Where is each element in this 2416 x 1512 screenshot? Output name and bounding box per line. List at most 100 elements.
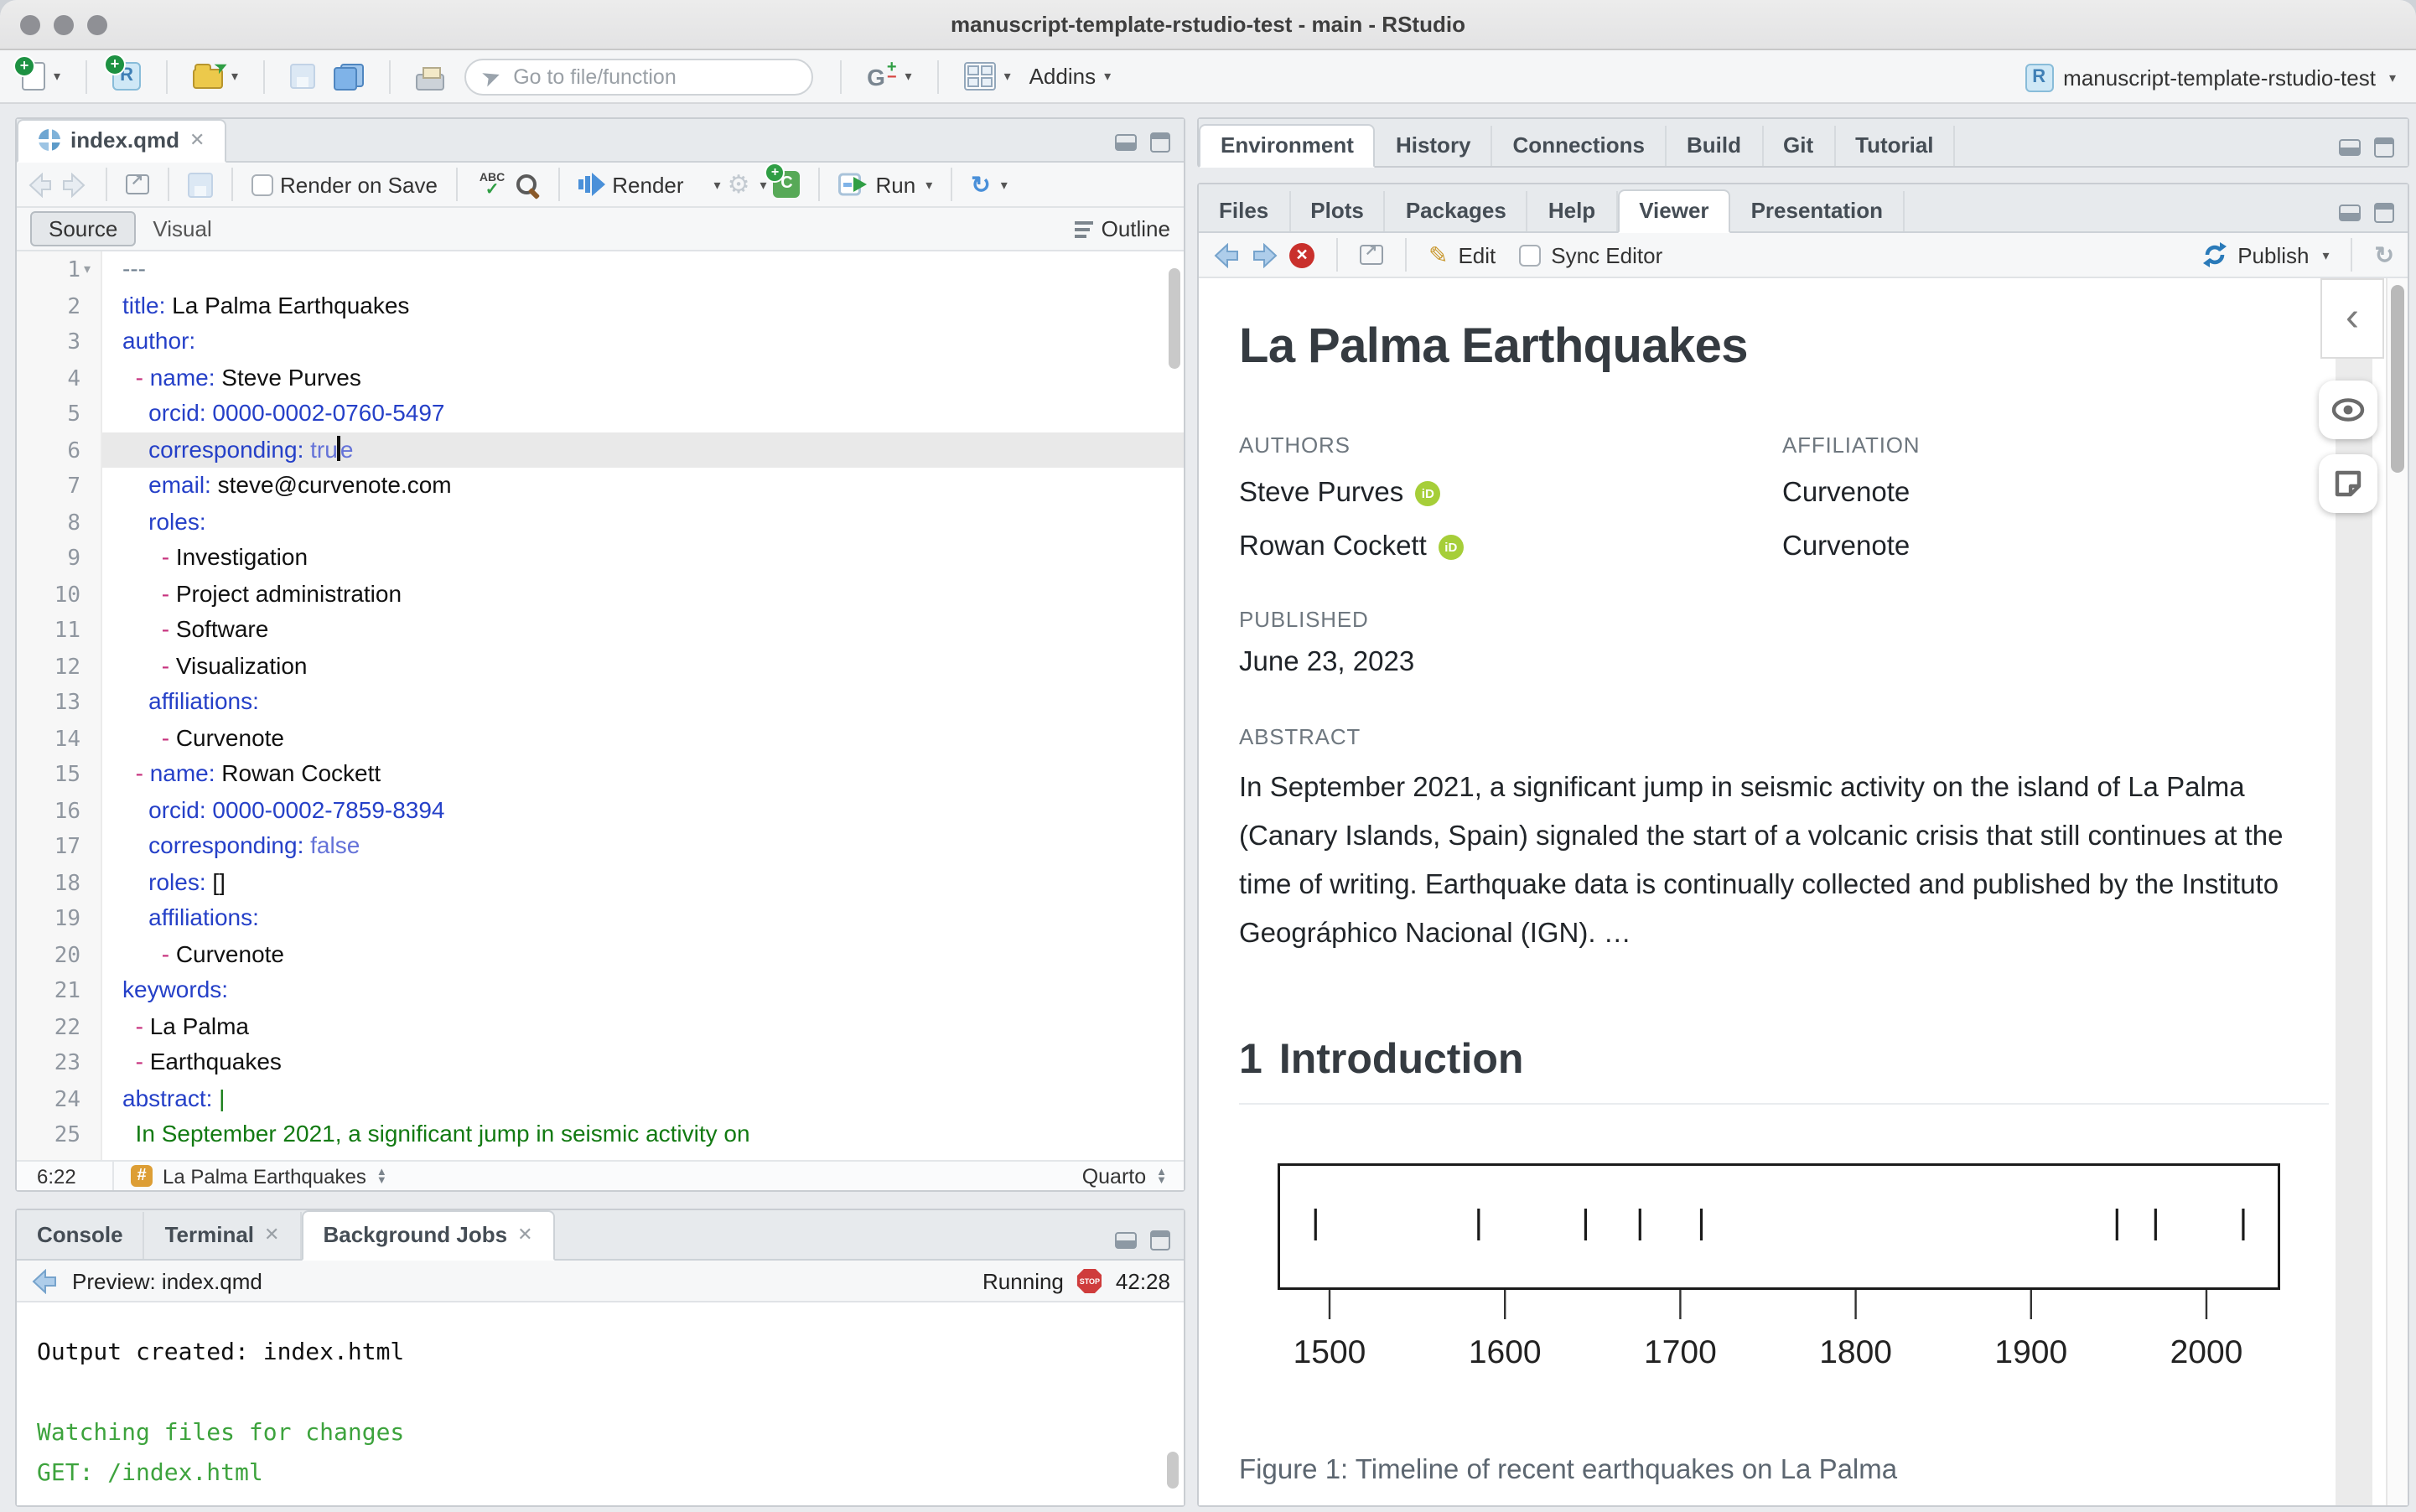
tab-environment[interactable]: Environment — [1199, 124, 1376, 168]
code-line[interactable]: 14 - Curvenote — [17, 720, 1184, 756]
code-line[interactable]: 7 email: steve@curvenote.com — [17, 468, 1184, 504]
tab-help[interactable]: Help — [1528, 191, 1618, 231]
code-line[interactable]: 4 - name: Steve Purves — [17, 360, 1184, 396]
print-button[interactable] — [411, 60, 449, 93]
project-menu-button[interactable]: R manuscript-template-rstudio-test ▾ — [2025, 50, 2396, 104]
code-line[interactable]: 9 - Investigation — [17, 540, 1184, 576]
publish-button[interactable]: Publish — [2237, 242, 2309, 267]
annotation-note-button[interactable] — [2319, 454, 2377, 513]
restore-pane-icon[interactable] — [2339, 139, 2361, 156]
gear-icon[interactable]: ⚙ — [728, 169, 750, 199]
fold-icon[interactable]: ▾ — [84, 251, 91, 287]
viewer-scrollbar-thumb[interactable] — [2391, 285, 2404, 473]
back-icon[interactable] — [27, 172, 54, 197]
edit-label[interactable]: Edit — [1458, 242, 1496, 267]
close-tab-icon[interactable]: ✕ — [264, 1224, 279, 1245]
chevron-down-icon[interactable]: ▾ — [2323, 247, 2330, 262]
open-in-new-window-icon[interactable] — [1360, 241, 1383, 265]
close-tab-icon[interactable]: ✕ — [517, 1224, 532, 1245]
new-file-button[interactable]: ▾ — [13, 55, 65, 94]
code-line[interactable]: 20 - Curvenote — [17, 936, 1184, 972]
code-editor[interactable]: 1 ▾ --- 2 title: La Palma Earthquakes 3 author… — [17, 251, 1184, 1160]
goto-file-function-input[interactable] — [510, 63, 762, 90]
tab-console[interactable]: Console — [17, 1212, 145, 1259]
maximize-pane-icon[interactable] — [2374, 137, 2394, 158]
code-line[interactable]: 26 the island of La Palma (Canary Island… — [17, 1152, 1184, 1160]
code-line[interactable]: 19 affiliations: — [17, 900, 1184, 936]
workspace-panes-button[interactable]: ▾ — [959, 59, 1016, 94]
code-line[interactable]: 24 abstract: | — [17, 1080, 1184, 1116]
source-mode-button[interactable]: Source — [30, 211, 137, 246]
maximize-pane-icon[interactable] — [1150, 1230, 1170, 1251]
forward-icon[interactable] — [60, 172, 87, 197]
tab-index-qmd[interactable]: index.qmd ✕ — [17, 119, 227, 163]
tab-files[interactable]: Files — [1199, 191, 1291, 231]
tab-git[interactable]: Git — [1763, 126, 1836, 166]
annotation-show-button[interactable] — [2319, 381, 2377, 439]
render-on-save-checkbox[interactable] — [251, 173, 273, 195]
code-line[interactable]: 12 - Visualization — [17, 648, 1184, 684]
annotation-sidebar-toggle[interactable]: ‹ — [2320, 278, 2384, 359]
tab-build[interactable]: Build — [1667, 126, 1763, 166]
code-line[interactable]: 1 ▾ --- — [17, 251, 1184, 287]
visual-mode-button[interactable]: Visual — [136, 213, 228, 245]
tab-packages[interactable]: Packages — [1386, 191, 1528, 231]
chevron-down-icon[interactable]: ▾ — [714, 177, 721, 192]
code-line[interactable]: 23 - Earthquakes — [17, 1044, 1184, 1080]
run-button[interactable]: Run — [876, 172, 916, 197]
viewer-forward-icon[interactable] — [1251, 242, 1279, 267]
render-button[interactable]: Render — [612, 172, 683, 197]
chevron-down-icon[interactable]: ▾ — [1001, 177, 1008, 192]
code-line[interactable]: 16 orcid: 0000-0002-7859-8394 — [17, 792, 1184, 828]
code-line[interactable]: 22 - La Palma — [17, 1008, 1184, 1044]
addins-menu-button[interactable]: Addins ▾ — [1024, 60, 1117, 92]
tab-background-jobs[interactable]: Background Jobs ✕ — [301, 1210, 555, 1261]
save-all-button[interactable] — [329, 60, 369, 93]
goto-file-function-box[interactable]: ➤ — [464, 58, 814, 95]
outline-button[interactable]: Outline — [1074, 216, 1170, 241]
orcid-icon[interactable]: iD — [1438, 535, 1464, 560]
tab-connections[interactable]: Connections — [1493, 126, 1667, 166]
save-button[interactable] — [285, 60, 320, 92]
code-line[interactable]: 6 corresponding: tru e — [17, 432, 1184, 468]
code-line[interactable]: 8 roles: — [17, 504, 1184, 540]
orcid-icon[interactable]: iD — [1415, 481, 1441, 506]
insert-chunk-icon[interactable]: C — [765, 163, 801, 198]
section-jump-menu[interactable]: La Palma Earthquakes — [163, 1164, 366, 1188]
code-line[interactable]: 25 In September 2021, a significant jump… — [17, 1116, 1184, 1152]
tab-plots[interactable]: Plots — [1290, 191, 1386, 231]
chevron-down-icon[interactable]: ▾ — [925, 177, 932, 192]
code-line[interactable]: 18 roles: [] — [17, 864, 1184, 900]
code-line[interactable]: 15 - name: Rowan Cockett — [17, 756, 1184, 792]
tab-terminal[interactable]: Terminal ✕ — [145, 1212, 302, 1259]
close-tab-icon[interactable]: ✕ — [189, 129, 205, 151]
minimize-pane-icon[interactable] — [1115, 1232, 1137, 1249]
stop-job-icon[interactable]: STOP — [1076, 1268, 1102, 1293]
refresh-icon[interactable]: ↻ — [2375, 241, 2394, 269]
back-to-jobs-icon[interactable] — [30, 1268, 59, 1293]
tab-history[interactable]: History — [1376, 126, 1493, 166]
minimize-pane-icon[interactable] — [2339, 205, 2361, 221]
find-replace-icon[interactable] — [515, 172, 540, 197]
document-mode-menu[interactable]: Quarto ▲ ▼ — [1082, 1164, 1184, 1188]
console-scrollbar[interactable] — [1167, 1452, 1179, 1489]
open-in-new-window-icon[interactable] — [126, 171, 149, 194]
viewer-scrollbar[interactable] — [2386, 278, 2408, 1505]
code-line[interactable]: 17 corresponding: false — [17, 828, 1184, 864]
minimize-pane-icon[interactable] — [1115, 134, 1137, 151]
maximize-pane-icon[interactable] — [2374, 203, 2394, 223]
console-output[interactable]: Output created: index.html Watching file… — [17, 1302, 1184, 1505]
new-project-button[interactable]: R — [104, 54, 146, 94]
spellcheck-icon[interactable]: ABC ✓ — [480, 173, 505, 199]
git-menu-button[interactable]: G + − ▾ — [862, 59, 917, 93]
clear-viewer-icon[interactable]: ✕ — [1289, 242, 1314, 267]
code-line[interactable]: 5 orcid: 0000-0002-0760-5497 — [17, 396, 1184, 432]
code-line[interactable]: 3 author: — [17, 324, 1184, 360]
code-line[interactable]: 10 - Project administration — [17, 576, 1184, 612]
tab-presentation[interactable]: Presentation — [1731, 191, 1905, 231]
code-line[interactable]: 2 title: La Palma Earthquakes — [17, 287, 1184, 324]
open-file-button[interactable]: ▾ — [188, 60, 243, 92]
tab-viewer[interactable]: Viewer — [1617, 189, 1731, 233]
code-line[interactable]: 21 keywords: — [17, 972, 1184, 1008]
code-line[interactable]: 11 - Software — [17, 612, 1184, 648]
